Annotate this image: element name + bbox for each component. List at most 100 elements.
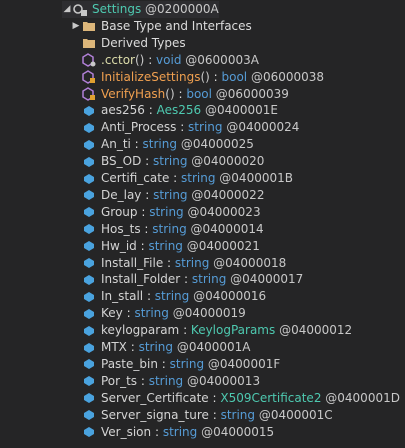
class-icon [72,1,88,18]
field-token: @04000012 [279,323,353,338]
field-name: Hw_id [101,238,137,253]
method-icon [81,52,97,69]
tree-node-field[interactable]: De_lay : string @04000022 [71,187,264,204]
field-name: Install_Folder [101,272,181,287]
tree-node-field[interactable]: Install_Folder : string @04000017 [71,271,303,288]
field-token: @04000017 [230,272,304,287]
field-name: keylogparam [101,323,180,338]
field-name: Certifi_cate [101,171,170,185]
tree-node-field[interactable]: BS_OD : string @04000020 [71,153,264,170]
class-token: @0200000A [145,2,219,16]
field-name: Hos_ts [101,221,141,236]
field-icon [81,373,97,390]
field-name: De_lay [101,187,142,202]
field-token: @04000013 [187,373,261,388]
field-icon [81,102,97,119]
field-icon [81,136,97,153]
tree-node-field[interactable]: In_stall : string @04000016 [71,288,266,305]
method-icon [81,86,97,103]
field-icon [81,204,97,221]
field-type: string [191,272,227,287]
expand-toggle-icon[interactable]: ◢ [62,1,72,18]
field-token: @0400001C [258,407,333,422]
field-name: BS_OD [101,154,142,169]
field-icon [81,153,97,170]
field-type: string [138,340,174,354]
field-type: string [153,187,188,202]
tree-node-settings-class[interactable]: ◢ Settings @0200000A [62,1,219,18]
field-type: string [142,137,177,152]
tree-node-field[interactable]: Paste_bin : string @0400001F [71,356,280,373]
field-token: @04000025 [180,137,254,152]
field-icon [81,238,97,255]
field-token: @04000015 [201,424,275,439]
field-token: @04000016 [193,289,267,304]
tree-node-field[interactable]: Anti_Process : string @04000024 [71,119,299,136]
field-token: @0400001A [176,340,251,354]
tree-node-field[interactable]: Hw_id : string @04000021 [71,238,260,255]
field-type: string [134,306,169,321]
method-name: .cctor [101,52,135,67]
field-icon [81,119,97,136]
folder-label: Derived Types [101,35,186,50]
tree-node-folder[interactable]: ▶ Base Type and Interfaces [71,18,252,35]
field-name: Por_ts [101,373,138,388]
method-params: () [165,86,175,101]
field-name: MTX [101,340,127,354]
field-token: @0400001D [325,390,400,405]
field-type: string [220,407,256,422]
tree-node-field[interactable]: Group : string @04000023 [71,204,261,221]
class-name: Settings [92,2,142,16]
tree-node-field[interactable]: Por_ts : string @04000013 [71,373,260,390]
tree-node-method[interactable]: VerifyHash() : bool @06000039 [71,86,289,103]
field-name: Server_Certificate [101,390,209,405]
field-token: @04000023 [187,204,261,219]
field-name: Install_File [101,255,164,270]
tree-node-field[interactable]: Install_File : string @04000018 [71,255,286,272]
field-token: @04000020 [191,154,265,169]
field-name: aes256 [101,103,145,118]
method-token: @06000039 [215,86,289,101]
tree-node-method[interactable]: .cctor() : void @0600003A [71,52,259,69]
field-icon [81,339,97,356]
method-return-type: bool [186,86,212,101]
field-type: string [149,204,184,219]
tree-node-method[interactable]: InitializeSettings() : bool @06000038 [71,69,324,86]
tree-node-field[interactable]: Server_Certificate : X509Certificate2 @0… [71,390,400,407]
tree-node-field[interactable]: Server_signa_ture : string @0400001C [71,407,333,424]
method-name: InitializeSettings [101,69,201,84]
method-return-type: void [156,52,182,67]
tree-node-folder[interactable]: Derived Types [71,35,186,52]
method-return-type: bool [221,69,248,84]
tree-node-field[interactable]: keylogparam : KeylogParams @04000012 [71,322,352,339]
field-name: Group [101,204,138,219]
field-type: string [148,238,183,253]
tree-node-field[interactable]: An_ti : string @04000025 [71,136,254,153]
expand-arrow-icon[interactable]: ▶ [71,18,81,35]
tree-node-field[interactable]: Hos_ts : string @04000014 [71,221,264,238]
folder-icon [81,18,97,35]
field-type: string [188,120,223,135]
tree-node-field[interactable]: Ver_sion : string @04000015 [71,424,274,441]
tree-node-field[interactable]: Key : string @04000019 [71,305,246,322]
tree-node-field[interactable]: MTX : string @0400001A [71,339,251,356]
field-icon [81,271,97,288]
field-type: KeylogParams [190,323,276,338]
folder-label: Base Type and Interfaces [101,18,252,33]
tree-node-field[interactable]: aes256 : Aes256 @0400001E [71,102,278,119]
tree-node-field[interactable]: Certifi_cate : string @0400001B [71,170,293,187]
field-icon [81,305,97,322]
